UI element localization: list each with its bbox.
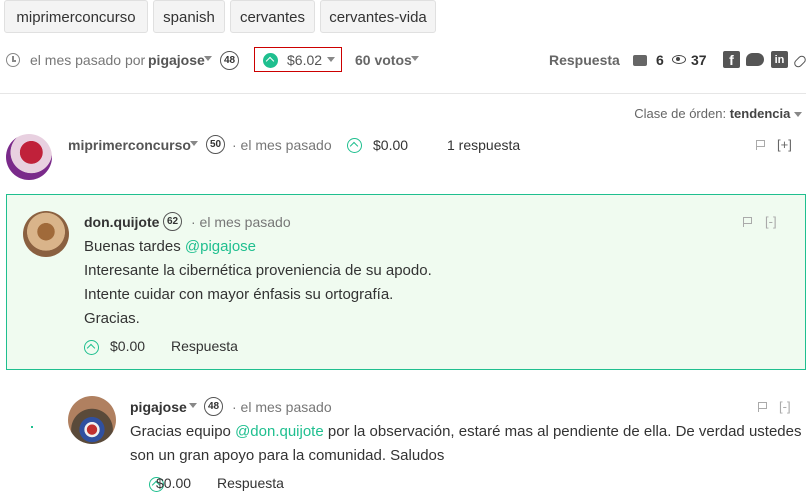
view-count: 37 <box>691 52 707 68</box>
replies-count[interactable]: 1 respuesta <box>447 137 520 153</box>
tag-miprimerconcurso[interactable]: miprimerconcurso <box>4 0 148 33</box>
author-reputation: 48 <box>204 397 223 416</box>
comment-body: Gracias equipo @don.quijote por la obser… <box>130 420 810 468</box>
author-reputation: 62 <box>163 212 182 231</box>
twitter-icon[interactable] <box>746 53 764 66</box>
post-meta: el mes pasado por pigajose 48 $6.02 60 v… <box>6 47 808 72</box>
comment-payout[interactable]: $0.00 <box>373 137 408 153</box>
author-reputation: 48 <box>220 51 239 70</box>
comment-text: Buenas tardes <box>84 238 185 255</box>
author-dropdown-icon[interactable] <box>190 141 198 146</box>
comment-time: · el mes pasado <box>232 137 332 153</box>
collapse-toggle[interactable]: [-] <box>765 214 777 229</box>
highlighted-comment: don.quijote 62 · el mes pasado [-] Buena… <box>6 194 806 370</box>
comment-payout[interactable]: $0.00 <box>110 338 145 354</box>
comment-count: 6 <box>656 52 664 68</box>
author-reputation: 50 <box>206 135 225 154</box>
post-author[interactable]: pigajose <box>148 52 205 68</box>
mention-link[interactable]: @don.quijote <box>235 423 324 440</box>
sort-value[interactable]: tendencia <box>730 106 791 121</box>
collapse-toggle[interactable]: [-] <box>779 399 791 414</box>
clock-icon <box>6 53 20 67</box>
reply-link[interactable]: Respuesta <box>217 475 284 491</box>
avatar[interactable] <box>68 396 116 444</box>
author-dropdown-icon[interactable] <box>189 403 197 408</box>
comment-text: por la observación, estaré mas al pendie… <box>323 423 802 440</box>
sort-dropdown-icon[interactable] <box>794 112 802 118</box>
comment-text: Gracias. <box>84 310 140 327</box>
comments-icon[interactable] <box>633 55 647 66</box>
mention-link[interactable]: @pigajose <box>185 238 256 255</box>
sort-control[interactable]: Clase de órden: tendencia <box>634 106 802 121</box>
comment-author[interactable]: miprimerconcurso <box>68 137 191 153</box>
comment-text: son un gran apoyo para la comunidad. Sal… <box>130 447 445 464</box>
comment-text: Intente cuidar con mayor énfasis su orto… <box>84 286 394 303</box>
votes-dropdown-icon[interactable] <box>411 56 419 61</box>
post-reply-link[interactable]: Respuesta <box>549 52 620 68</box>
post-time: el mes pasado por <box>30 52 146 68</box>
linkedin-icon[interactable]: in <box>771 51 788 68</box>
comment-payout[interactable]: $0.00 <box>156 475 191 491</box>
divider <box>0 93 806 94</box>
flag-icon[interactable] <box>758 402 768 412</box>
upvote-icon[interactable] <box>347 138 362 154</box>
comment-time: · el mes pasado <box>232 399 332 415</box>
comment-time: · el mes pasado <box>191 214 291 230</box>
comment-text: Gracias equipo <box>130 423 236 440</box>
payout-box[interactable]: $6.02 <box>254 47 342 72</box>
expand-toggle[interactable]: [+] <box>777 137 792 152</box>
link-icon[interactable] <box>792 54 808 69</box>
avatar[interactable] <box>23 211 69 257</box>
upvote-icon[interactable] <box>263 53 278 69</box>
tag-cervantes-vida[interactable]: cervantes-vida <box>320 0 436 33</box>
avatar[interactable] <box>6 134 52 180</box>
tag-cervantes[interactable]: cervantes <box>230 0 315 33</box>
post-payout[interactable]: $6.02 <box>287 52 322 68</box>
comment-author[interactable]: pigajose <box>130 399 187 415</box>
upvote-icon[interactable] <box>84 340 99 356</box>
thread-dot <box>31 426 33 428</box>
comment-text: Interesante la cibernética proveniencia … <box>84 262 432 279</box>
eye-icon <box>672 55 686 64</box>
comment-author[interactable]: don.quijote <box>84 214 159 230</box>
facebook-icon[interactable]: f <box>723 51 740 68</box>
tag-spanish[interactable]: spanish <box>153 0 225 33</box>
flag-icon[interactable] <box>743 217 753 227</box>
author-dropdown-icon[interactable] <box>204 56 212 61</box>
flag-icon[interactable] <box>756 140 766 150</box>
comment-body: Buenas tardes @pigajose Interesante la c… <box>84 235 784 331</box>
payout-dropdown-icon[interactable] <box>327 57 335 62</box>
sort-label: Clase de órden: <box>634 106 727 121</box>
reply-link[interactable]: Respuesta <box>171 338 238 354</box>
post-votes[interactable]: 60 votos <box>355 52 412 68</box>
